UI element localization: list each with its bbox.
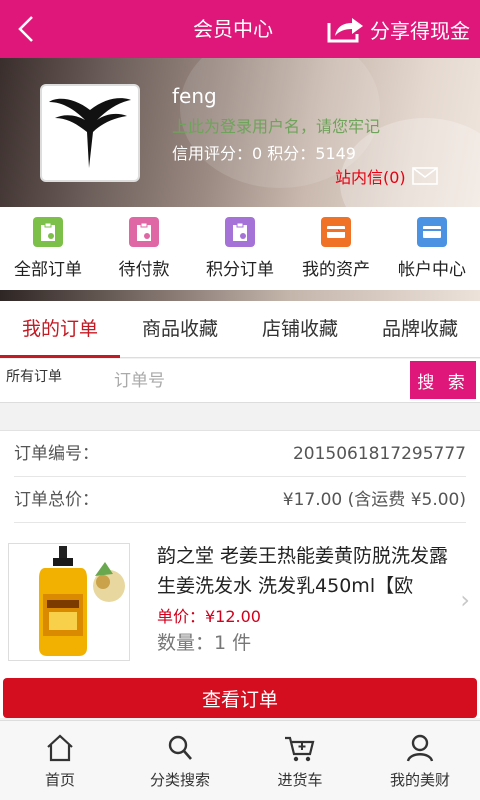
- nav-home[interactable]: 首页: [0, 721, 120, 800]
- home-icon: [47, 734, 73, 762]
- search-button[interactable]: 搜 索: [410, 361, 476, 399]
- order-number-label: 订单编号：: [14, 444, 99, 464]
- nav-my-account[interactable]: 我的美财: [360, 721, 480, 800]
- menu-label: 待付款: [118, 260, 170, 280]
- all-orders-icon: [33, 217, 63, 247]
- quick-menu: 全部订单 待付款 积分订单 我的资产 帐户中心: [0, 207, 480, 290]
- username: feng: [172, 84, 217, 108]
- order-filter-select[interactable]: 所有订单: [6, 366, 62, 386]
- nav-label: 进货车: [277, 771, 323, 789]
- credit-points-text: 信用评分：0 积分：5149: [172, 144, 356, 163]
- share-label: 分享得现金: [370, 18, 470, 43]
- cart-icon: [285, 736, 315, 762]
- tab-shop-favorites[interactable]: 店铺收藏: [240, 301, 360, 357]
- menu-label: 我的资产: [302, 260, 370, 280]
- order-product-item[interactable]: 韵之堂 老姜王热能姜黄防脱洗发露 生姜洗发水 洗发乳450ml【欧 单价：¥12…: [0, 531, 480, 666]
- user-icon: [406, 734, 434, 762]
- tab-bar: 我的订单 商品收藏 店铺收藏 品牌收藏: [0, 301, 480, 358]
- nav-cart[interactable]: 进货车: [240, 721, 360, 800]
- share-icon: [327, 18, 363, 43]
- pending-payment-icon: [129, 217, 159, 247]
- quantity: 数量：1 件: [157, 632, 252, 654]
- bottom-nav: 首页 分类搜索 进货车 我的美财: [0, 720, 480, 800]
- points-order-icon: [225, 217, 255, 247]
- menu-item-all-orders[interactable]: 全部订单: [0, 207, 96, 290]
- nav-label: 首页: [44, 771, 75, 789]
- order-card: 订单编号： 2015061817295777 订单总价： ¥17.00 (含运费…: [0, 430, 480, 718]
- order-total-value: ¥17.00 (含运费 ¥5.00): [282, 490, 466, 510]
- top-bar: 会员中心 分享得现金: [0, 0, 480, 58]
- tab-product-favorites[interactable]: 商品收藏: [120, 301, 240, 357]
- winged-figure-icon: [49, 98, 131, 168]
- tab-my-orders[interactable]: 我的订单: [0, 301, 120, 358]
- nav-label: 我的美财: [389, 771, 450, 789]
- chevron-right-icon: ›: [460, 586, 470, 614]
- order-number-value: 2015061817295777: [292, 444, 466, 464]
- nav-category-search[interactable]: 分类搜索: [120, 721, 240, 800]
- product-name: 韵之堂 老姜王热能姜黄防脱洗发露 生姜洗发水 洗发乳450ml【欧: [157, 545, 449, 597]
- search-icon: [168, 735, 192, 760]
- share-button[interactable]: 分享得现金: [326, 12, 470, 46]
- view-order-button[interactable]: 查看订单: [3, 678, 477, 718]
- avatar[interactable]: [40, 84, 140, 182]
- menu-label: 帐户中心: [398, 260, 466, 280]
- order-total-row: 订单总价： ¥17.00 (含运费 ¥5.00): [14, 477, 466, 523]
- menu-item-points-orders[interactable]: 积分订单: [192, 207, 288, 290]
- order-total-label: 订单总价：: [14, 490, 99, 510]
- menu-item-account-center[interactable]: 帐户中心: [384, 207, 480, 290]
- product-image: [8, 543, 130, 661]
- menu-label: 积分订单: [206, 260, 274, 280]
- tab-brand-favorites[interactable]: 品牌收藏: [360, 301, 480, 357]
- scrolling-notice: 上此为登录用户名，请您牢记: [172, 117, 381, 136]
- order-number-row: 订单编号： 2015061817295777: [14, 431, 466, 477]
- messages-label: 站内信(0): [335, 168, 406, 187]
- app-root: 会员中心 分享得现金 feng 上此为登录用户名，请您牢记 信用评分：0 积分：…: [0, 0, 480, 800]
- unit-price: 单价：¥12.00: [157, 607, 261, 626]
- order-search-bar: 所有订单 搜 索: [0, 359, 480, 403]
- assets-icon: [321, 217, 351, 247]
- decorative-strip: [0, 290, 480, 301]
- envelope-icon: [411, 167, 438, 185]
- site-messages-link[interactable]: 站内信(0): [335, 164, 438, 188]
- account-center-icon: [417, 217, 447, 247]
- menu-label: 全部订单: [14, 260, 82, 280]
- profile-header: feng 上此为登录用户名，请您牢记 信用评分：0 积分：5149 站内信(0): [0, 58, 480, 207]
- menu-item-pending-payment[interactable]: 待付款: [96, 207, 192, 290]
- order-number-input[interactable]: [114, 363, 404, 399]
- nav-label: 分类搜索: [149, 771, 210, 789]
- menu-item-my-assets[interactable]: 我的资产: [288, 207, 384, 290]
